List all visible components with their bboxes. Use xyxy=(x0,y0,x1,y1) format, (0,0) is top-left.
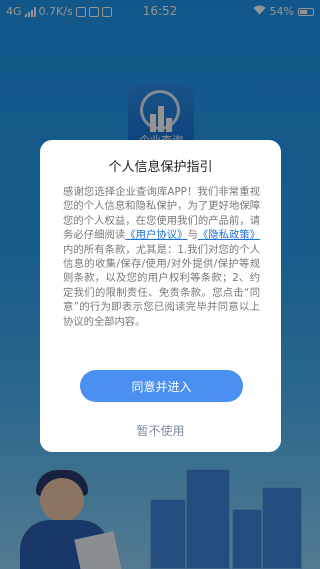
body-connector: 与 xyxy=(187,229,198,242)
body-text-2: 内的所有条款，尤其是：1.我们对您的个人信息的收集/保存/使用/对外提供/保护等… xyxy=(63,243,260,328)
privacy-dialog: 个人信息保护指引 感谢您选择企业查询库APP！我们非常重视您的个人信息和隐私保护… xyxy=(40,140,281,452)
dialog-title: 个人信息保护指引 xyxy=(108,160,213,175)
decline-button[interactable]: 暂不使用 xyxy=(40,422,281,439)
user-agreement-link[interactable]: 《用户协议》 xyxy=(125,229,187,241)
privacy-policy-link[interactable]: 《隐私政策》 xyxy=(198,229,260,241)
dialog-body: 感谢您选择企业查询库APP！我们非常重视您的个人信息和隐私保护，为了更好地保障您… xyxy=(63,185,260,329)
agree-button[interactable]: 同意并进入 xyxy=(80,370,243,402)
screen: 4G 0.7K/s 16:52 54% 企业查询 xyxy=(0,0,320,569)
